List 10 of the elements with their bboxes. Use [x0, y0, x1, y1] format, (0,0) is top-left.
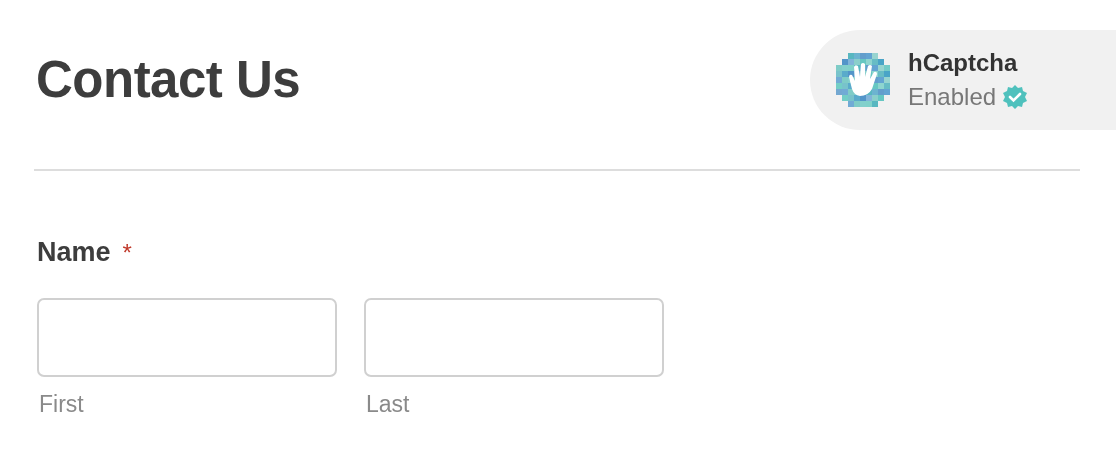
form-title: Contact Us: [36, 50, 301, 109]
name-input-field[interactable]: [364, 298, 664, 377]
captcha-status: Enabled: [908, 82, 997, 112]
field-label: Name: [37, 237, 111, 268]
input-sublabel: Last: [366, 391, 410, 418]
hcaptcha-hand-icon: [836, 53, 890, 107]
name-input-field[interactable]: [37, 298, 337, 377]
captcha-name: hCaptcha: [908, 48, 1019, 78]
required-asterisk: *: [122, 239, 132, 267]
input-sublabel: First: [39, 391, 84, 418]
